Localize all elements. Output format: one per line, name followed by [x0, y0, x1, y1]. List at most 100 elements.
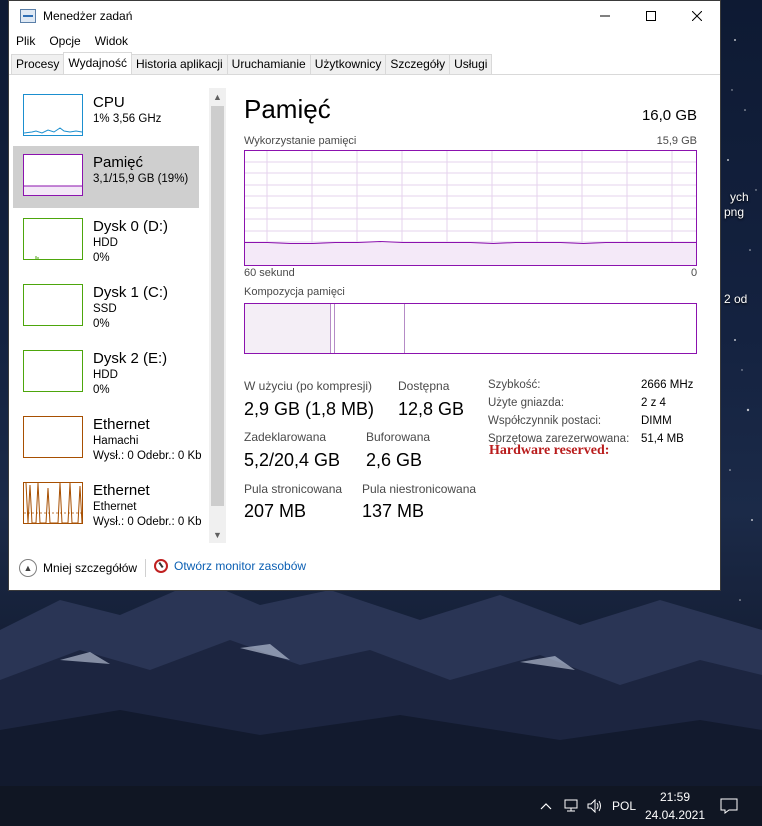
- chevron-up-icon: [540, 803, 552, 810]
- minimize-icon: [600, 15, 610, 17]
- menu-bar: Plik Opcje Widok: [9, 31, 135, 51]
- resource-detail: SSD: [93, 303, 117, 315]
- resource-detail: 0%: [93, 318, 110, 330]
- desktop-label: 2 od: [724, 292, 748, 306]
- desktop-mountains: [0, 580, 762, 786]
- tab-startup[interactable]: Uruchamianie: [226, 54, 311, 74]
- desktop-label: png: [724, 205, 745, 219]
- clock-date[interactable]: 24.04.2021: [640, 806, 710, 823]
- close-button[interactable]: [674, 1, 720, 31]
- tab-performance[interactable]: Wydajność: [63, 52, 132, 74]
- form-factor-label: Współczynnik postaci:: [488, 415, 602, 427]
- notification-icon: [720, 798, 738, 814]
- resource-detail: 0%: [93, 252, 110, 264]
- paged-pool-label: Pula stronicowana: [244, 482, 343, 496]
- window-title: Menedżer zadań: [43, 9, 133, 23]
- committed-value: 5,2/20,4 GB: [244, 450, 341, 470]
- title-bar[interactable]: Menedżer zadań: [9, 1, 720, 31]
- open-resource-monitor-label: Otwórz monitor zasobów: [174, 559, 307, 573]
- resource-detail: Wysł.: 0 Odebr.: 0 Kb: [93, 516, 202, 528]
- tab-users[interactable]: Użytkownicy: [309, 54, 387, 74]
- disk-thumbnail-graph: [23, 218, 83, 260]
- action-center-button[interactable]: [716, 794, 742, 818]
- tab-processes[interactable]: Procesy: [11, 54, 65, 74]
- composition-standby-free: [405, 304, 696, 353]
- resource-name: CPU: [93, 94, 125, 111]
- speed-value: 2666 MHz: [641, 379, 694, 391]
- tab-app-history[interactable]: Historia aplikacji: [130, 54, 228, 74]
- close-icon: [692, 11, 702, 21]
- resource-detail: HDD: [93, 237, 118, 249]
- network-tray-button[interactable]: [561, 796, 581, 816]
- resource-name: Dysk 1 (C:): [93, 284, 168, 301]
- scroll-up-icon[interactable]: ▲: [209, 88, 226, 105]
- speed-label: Szybkość:: [488, 379, 541, 391]
- resource-name: Ethernet: [93, 482, 150, 499]
- available-label: Dostępna: [398, 379, 450, 393]
- graph-time-right: 0: [691, 267, 698, 279]
- tab-services[interactable]: Usługi: [449, 54, 493, 74]
- resource-tile-ethernet-hamachi[interactable]: Ethernet Hamachi Wysł.: 0 Odebr.: 0 Kb: [13, 408, 202, 470]
- committed-label: Zadeklarowana: [244, 430, 327, 444]
- resource-tile-disk2[interactable]: Dysk 2 (E:) HDD 0%: [13, 342, 199, 404]
- slots-used-value: 2 z 4: [641, 397, 666, 409]
- hardware-reserved-value: 51,4 MB: [641, 433, 684, 445]
- volume-tray-button[interactable]: [585, 796, 605, 816]
- taskbar: POL 21:59 24.04.2021: [0, 786, 762, 826]
- nonpaged-pool-value: 137 MB: [362, 501, 425, 521]
- resource-detail: Wysł.: 0 Odebr.: 0 Kb: [93, 450, 202, 462]
- disk-thumbnail-graph: [23, 350, 83, 392]
- resource-detail: 0%: [93, 384, 110, 396]
- in-use-value: 2,9 GB (1,8 MB): [244, 399, 375, 419]
- resource-tile-cpu[interactable]: CPU 1% 3,56 GHz: [13, 86, 199, 148]
- resource-detail: 1% 3,56 GHz: [93, 113, 162, 125]
- fewer-details-button[interactable]: ▲ Mniej szczegółów: [19, 559, 137, 577]
- menu-options[interactable]: Opcje: [42, 34, 87, 48]
- page-title: Pamięć: [244, 94, 331, 124]
- resource-monitor-icon: [154, 559, 168, 573]
- fewer-details-label: Mniej szczegółów: [43, 561, 138, 575]
- resource-tile-disk1[interactable]: Dysk 1 (C:) SSD 0%: [13, 276, 199, 338]
- available-value: 12,8 GB: [398, 399, 465, 419]
- task-manager-icon: [20, 9, 36, 23]
- resource-detail: Ethernet: [93, 501, 137, 513]
- resource-name: Dysk 0 (D:): [93, 218, 168, 235]
- scrollbar-thumb[interactable]: [211, 106, 224, 506]
- slots-used-label: Użyte gniazda:: [488, 397, 565, 409]
- paged-pool-value: 207 MB: [244, 501, 307, 521]
- cached-value: 2,6 GB: [366, 450, 423, 470]
- network-thumbnail-graph: [23, 416, 83, 458]
- clock-time[interactable]: 21:59: [640, 788, 710, 805]
- resource-name: Pamięć: [93, 154, 144, 171]
- resource-name: Ethernet: [93, 416, 150, 433]
- minimize-button[interactable]: [582, 1, 628, 31]
- resource-tile-disk0[interactable]: Dysk 0 (D:) HDD 0%: [13, 210, 199, 272]
- in-use-label: W użyciu (po kompresji): [244, 379, 373, 393]
- menu-file[interactable]: Plik: [9, 34, 42, 48]
- resource-detail: Hamachi: [93, 435, 139, 447]
- network-icon: [564, 799, 578, 812]
- resource-tile-ethernet[interactable]: Ethernet Ethernet Wysł.: 0 Odebr.: 0 Kb: [13, 474, 202, 536]
- network-thumbnail-graph: [23, 482, 83, 524]
- tab-strip: Procesy Wydajność Historia aplikacji Uru…: [11, 52, 493, 75]
- show-hidden-icons-button[interactable]: [536, 796, 556, 816]
- task-manager-window: Menedżer zadań Plik Opcje Widok Procesy …: [8, 0, 721, 591]
- form-factor-value: DIMM: [641, 415, 672, 427]
- open-resource-monitor-link[interactable]: Otwórz monitor zasobów: [154, 559, 306, 573]
- language-indicator[interactable]: POL: [610, 796, 638, 816]
- hardware-reserved-annotation: Hardware reserved:: [489, 443, 610, 458]
- resource-tile-memory[interactable]: Pamięć 3,1/15,9 GB (19%): [13, 146, 199, 208]
- menu-view[interactable]: Widok: [88, 34, 135, 48]
- scroll-down-icon[interactable]: ▼: [209, 526, 226, 543]
- resource-list-scrollbar[interactable]: ▲ ▼: [209, 88, 226, 543]
- graph-time-left: 60 sekund: [244, 267, 295, 279]
- tab-details[interactable]: Szczegóły: [385, 54, 451, 74]
- total-memory: 16,0 GB: [641, 107, 697, 124]
- usage-graph-label: Wykorzystanie pamięci: [244, 135, 357, 147]
- resource-detail: 3,1/15,9 GB (19%): [93, 173, 189, 185]
- maximize-button[interactable]: [628, 1, 674, 31]
- cached-label: Buforowana: [366, 430, 431, 444]
- resource-list: CPU 1% 3,56 GHz Pamięć 3,1/15,9 GB (19%)…: [11, 86, 207, 542]
- resource-detail: HDD: [93, 369, 118, 381]
- composition-label: Kompozycja pamięci: [244, 286, 345, 298]
